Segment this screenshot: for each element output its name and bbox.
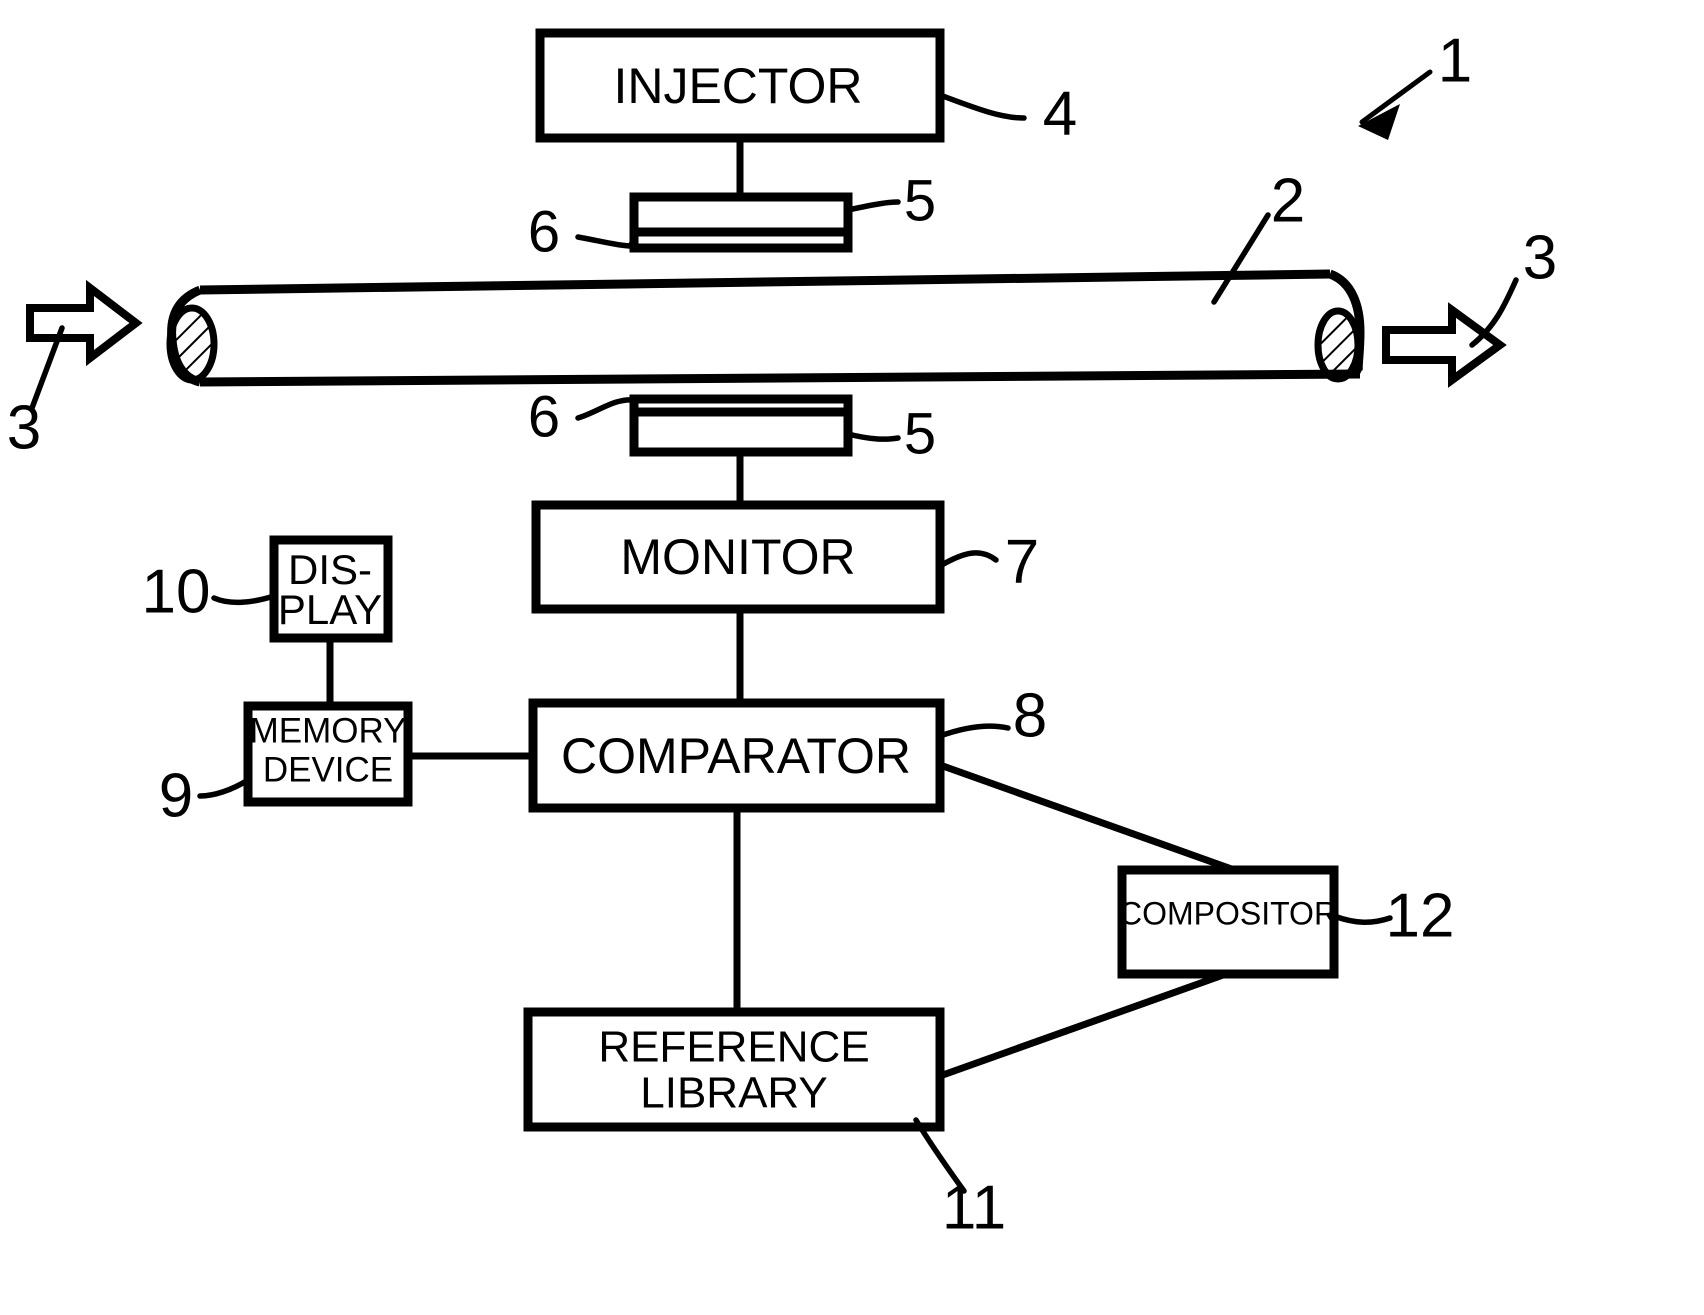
ref-num-injector: 4 — [1043, 79, 1077, 148]
injector-box: INJECTOR — [535, 28, 945, 143]
ref-num-flow-right: 3 — [1523, 223, 1557, 292]
comparator-box: COMPARATOR — [528, 698, 945, 813]
ref-num-memory-device: 9 — [159, 761, 193, 830]
ref-num-system: 1 — [1438, 26, 1472, 95]
leader-memory-device — [197, 777, 251, 799]
reference-library-label-line1: REFERENCE — [598, 1023, 869, 1072]
monitor-label: MONITOR — [620, 529, 855, 585]
ref-num-pipe: 2 — [1271, 166, 1305, 235]
ref-num-couplant-top: 6 — [528, 199, 560, 264]
ref-num-display: 10 — [142, 557, 211, 626]
leader-injector — [937, 92, 1027, 121]
compositor-label: COMPOSITOR — [1119, 895, 1337, 931]
system-pointer-arrow — [1358, 69, 1433, 140]
leader-transducer-bottom — [845, 431, 901, 442]
flow-arrow-left — [26, 279, 143, 367]
reference-library-label-line2: LIBRARY — [640, 1069, 828, 1118]
memory-device-label-line2: DEVICE — [263, 750, 393, 789]
ref-num-couplant-bottom: 6 — [528, 384, 560, 449]
ref-num-compositor: 12 — [1386, 881, 1455, 950]
ref-num-transducer-bottom: 5 — [904, 401, 936, 466]
monitor-box: MONITOR — [531, 500, 945, 614]
patent-block-diagram: 2 1 3 3 INJECTOR 4 5 6 6 5 MONITOR 7 DIS… — [7, 26, 1557, 1242]
ref-num-flow-left: 3 — [7, 393, 41, 462]
ref-num-comparator: 8 — [1013, 681, 1047, 750]
wire-comparator-compositor — [938, 761, 1242, 876]
display-label-line2: PLAY — [278, 586, 382, 633]
wire-compositor-reflibrary — [938, 970, 1228, 1080]
display-box: DIS- PLAY — [269, 535, 393, 643]
leader-display — [211, 593, 277, 606]
ref-num-monitor: 7 — [1005, 527, 1039, 596]
ultrasonic-transducer-bottom — [629, 394, 853, 457]
memory-device-box: MEMORY DEVICE — [243, 701, 413, 807]
pipe — [166, 269, 1365, 387]
injector-label: INJECTOR — [613, 58, 862, 114]
leader-compositor — [1331, 913, 1393, 925]
reference-library-box: REFERENCE LIBRARY — [523, 1007, 945, 1132]
comparator-label: COMPARATOR — [561, 728, 911, 784]
compositor-box: COMPOSITOR — [1117, 865, 1339, 979]
leader-monitor — [937, 550, 999, 569]
flow-arrow-right — [1382, 302, 1507, 388]
leader-transducer-top — [845, 199, 901, 213]
patent-figure-page: 2 1 3 3 INJECTOR 4 5 6 6 5 MONITOR 7 DIS… — [0, 0, 1704, 1315]
leader-pipe — [1211, 212, 1271, 305]
leader-couplant-top — [575, 234, 637, 249]
leader-couplant-bottom — [575, 397, 637, 421]
ref-num-reference-library: 11 — [942, 1173, 1006, 1242]
leader-comparator — [937, 723, 1011, 739]
memory-device-label-line1: MEMORY — [250, 711, 407, 750]
ref-num-transducer-top: 5 — [904, 168, 936, 233]
ultrasonic-transducer-top — [629, 192, 853, 253]
